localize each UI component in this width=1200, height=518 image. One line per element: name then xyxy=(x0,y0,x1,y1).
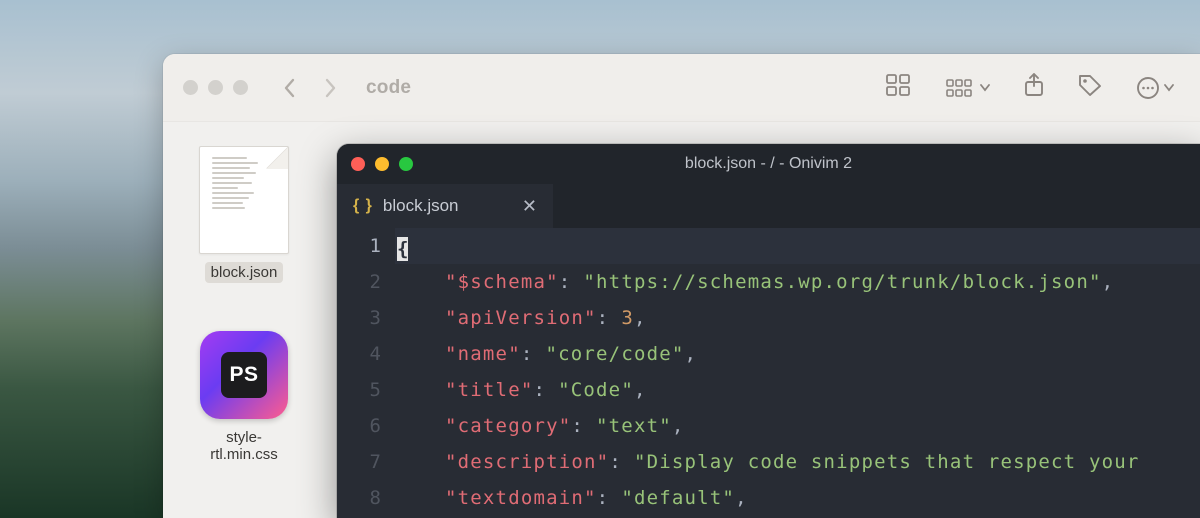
code-line[interactable]: "name":"core/code", xyxy=(395,336,1200,372)
zoom-icon[interactable] xyxy=(233,80,248,95)
code-line[interactable]: "$schema":"https://schemas.wp.org/trunk/… xyxy=(395,264,1200,300)
editor-titlebar[interactable]: block.json - / - Onivim 2 xyxy=(337,144,1200,184)
phpstorm-app-icon: PS xyxy=(200,331,288,419)
line-number: 4 xyxy=(337,336,381,372)
editor-body[interactable]: 12345678 { "$schema":"https://schemas.wp.… xyxy=(337,228,1200,518)
finder-title: code xyxy=(366,77,411,99)
grid-view-icon xyxy=(886,74,912,96)
chevron-down-icon xyxy=(980,84,990,92)
finder-nav xyxy=(282,78,338,98)
code-line[interactable]: "apiVersion":3, xyxy=(395,300,1200,336)
code-line[interactable]: "title":"Code", xyxy=(395,372,1200,408)
line-number: 3 xyxy=(337,300,381,336)
finder-toolbar-actions xyxy=(886,73,1182,102)
editor-title: block.json - / - Onivim 2 xyxy=(337,155,1200,173)
chevron-right-icon xyxy=(324,78,338,98)
group-by-button[interactable] xyxy=(946,79,990,97)
editor-tab-bar: { } block.json ✕ xyxy=(337,184,1200,228)
line-number: 1 xyxy=(337,228,381,264)
file-label: style-rtl.min.css xyxy=(189,427,299,465)
group-by-icon xyxy=(946,79,976,97)
editor-cursor: { xyxy=(397,237,408,261)
zoom-icon[interactable] xyxy=(399,157,413,171)
code-line[interactable]: "category":"text", xyxy=(395,408,1200,444)
chevron-left-icon xyxy=(282,78,296,98)
line-number-gutter: 12345678 xyxy=(337,228,395,518)
minimize-icon[interactable] xyxy=(375,157,389,171)
file-item-style-rtl[interactable]: PS style-rtl.min.css xyxy=(189,331,299,465)
ellipsis-circle-icon xyxy=(1136,76,1160,100)
tag-icon xyxy=(1078,74,1102,96)
more-button[interactable] xyxy=(1136,76,1174,100)
code-line[interactable]: { xyxy=(395,228,1200,264)
tab-label: block.json xyxy=(383,196,459,216)
json-braces-icon: { } xyxy=(353,197,373,215)
tab-block-json[interactable]: { } block.json ✕ xyxy=(337,184,553,228)
line-number: 8 xyxy=(337,480,381,516)
finder-toolbar: code xyxy=(163,54,1200,122)
back-button[interactable] xyxy=(282,78,296,98)
close-icon[interactable] xyxy=(351,157,365,171)
editor-window: block.json - / - Onivim 2 { } block.json… xyxy=(337,144,1200,518)
finder-file-column: block.json PS style-rtl.min.css xyxy=(189,146,299,465)
finder-traffic-lights xyxy=(183,80,248,95)
share-icon xyxy=(1024,73,1044,97)
file-item-block-json[interactable]: block.json xyxy=(189,146,299,283)
code-area[interactable]: { "$schema":"https://schemas.wp.org/trunk… xyxy=(395,228,1200,518)
share-button[interactable] xyxy=(1024,73,1044,102)
view-mode-button[interactable] xyxy=(886,74,912,101)
line-number: 7 xyxy=(337,444,381,480)
forward-button[interactable] xyxy=(324,78,338,98)
tags-button[interactable] xyxy=(1078,74,1102,101)
minimize-icon[interactable] xyxy=(208,80,223,95)
editor-traffic-lights xyxy=(351,157,413,171)
code-line[interactable]: "textdomain":"default", xyxy=(395,480,1200,516)
tab-close-button[interactable]: ✕ xyxy=(522,196,537,217)
code-line[interactable]: "description":"Display code snippets tha… xyxy=(395,444,1200,480)
line-number: 6 xyxy=(337,408,381,444)
line-number: 5 xyxy=(337,372,381,408)
generic-file-icon xyxy=(199,146,289,254)
close-icon[interactable] xyxy=(183,80,198,95)
file-label: block.json xyxy=(205,262,284,283)
line-number: 2 xyxy=(337,264,381,300)
chevron-down-icon xyxy=(1164,84,1174,92)
